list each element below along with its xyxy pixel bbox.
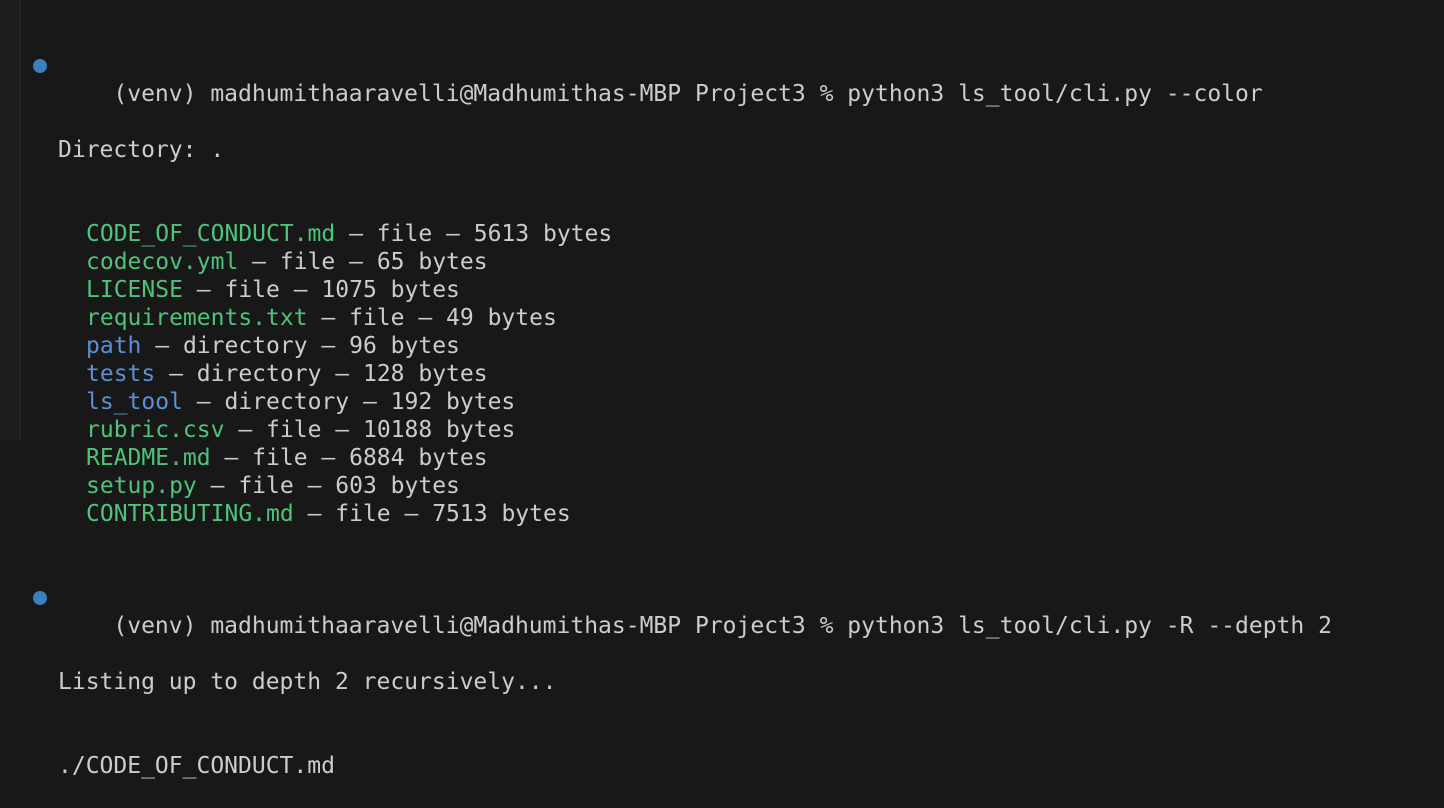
file-name: setup.py — [86, 473, 197, 499]
editor-gutter — [0, 0, 21, 440]
separator: – — [279, 277, 322, 303]
separator: – — [141, 333, 183, 359]
listing-entry: codecov.yml – file – 65 bytes — [30, 248, 1332, 276]
separator: – — [238, 249, 280, 275]
output-line: Listing up to depth 2 recursively... — [58, 669, 557, 695]
directory-name: tests — [86, 361, 156, 387]
listing-entry: LICENSE – file – 1075 bytes — [30, 276, 1332, 304]
separator: – — [432, 221, 474, 247]
entry-kind: file — [335, 501, 391, 527]
command-prompt: (venv) madhumithaaravelli@Madhumithas-MB… — [113, 81, 1263, 107]
file-name: README.md — [86, 445, 211, 471]
separator: – — [335, 249, 377, 275]
separator: – — [155, 361, 197, 387]
entry-kind: directory — [224, 389, 350, 415]
listing-entry: CONTRIBUTING.md – file – 7513 bytes — [30, 500, 1332, 528]
separator: – — [182, 389, 225, 415]
entry-size: 128 bytes — [362, 361, 488, 387]
listing-entry: tests – directory – 128 bytes — [30, 360, 1332, 388]
output-line: ./CODE_OF_CONDUCT.md — [58, 753, 335, 779]
separator: – — [390, 501, 433, 527]
command-status-dot-icon[interactable] — [33, 591, 47, 605]
separator: – — [404, 305, 447, 331]
separator: – — [293, 473, 336, 499]
separator: – — [307, 445, 350, 471]
separator: – — [307, 333, 350, 359]
entry-size: 192 bytes — [390, 389, 516, 415]
listing-entry: setup.py – file – 603 bytes — [30, 472, 1332, 500]
entry-size: 6884 bytes — [349, 445, 488, 471]
entry-kind: directory — [196, 361, 322, 387]
separator: – — [307, 305, 350, 331]
entry-kind: file — [224, 277, 280, 303]
directory-name: path — [86, 333, 142, 359]
separator: – — [210, 445, 253, 471]
command-line-2: (venv) madhumithaaravelli@Madhumithas-MB… — [30, 584, 1332, 639]
directory-header: Directory: . — [58, 137, 225, 163]
file-name: rubric.csv — [86, 417, 225, 443]
listing-entry: README.md – file – 6884 bytes — [30, 444, 1332, 472]
entry-size: 10188 bytes — [362, 417, 516, 443]
terminal-output[interactable]: (venv) madhumithaaravelli@Madhumithas-MB… — [30, 0, 1332, 808]
entry-size: 5613 bytes — [473, 221, 613, 247]
separator: – — [224, 417, 267, 443]
listing-entry: path – directory – 96 bytes — [30, 332, 1332, 360]
directory-name: ls_tool — [86, 389, 183, 415]
file-name: LICENSE — [86, 277, 183, 303]
separator: – — [293, 501, 336, 527]
entry-size: 7513 bytes — [432, 501, 571, 527]
separator: – — [349, 389, 391, 415]
listing-entry: requirements.txt – file – 49 bytes — [30, 304, 1332, 332]
entry-size: 49 bytes — [446, 305, 557, 331]
entry-size: 96 bytes — [349, 333, 460, 359]
file-name: codecov.yml — [86, 249, 239, 275]
entry-kind: file — [279, 249, 336, 275]
entry-size: 65 bytes — [376, 249, 488, 275]
listing-entry: CODE_OF_CONDUCT.md – file – 5613 bytes — [30, 220, 1332, 248]
directory-listing: CODE_OF_CONDUCT.md – file – 5613 bytes co… — [30, 220, 1332, 528]
entry-kind: file — [266, 417, 322, 443]
file-name: requirements.txt — [86, 305, 308, 331]
file-name: CONTRIBUTING.md — [86, 501, 294, 527]
entry-kind: file — [376, 221, 433, 247]
entry-size: 1075 bytes — [321, 277, 460, 303]
entry-kind: file — [252, 445, 308, 471]
command-prompt: (venv) madhumithaaravelli@Madhumithas-MB… — [113, 613, 1332, 639]
separator: – — [196, 473, 239, 499]
listing-entry: ls_tool – directory – 192 bytes — [30, 388, 1332, 416]
command-status-dot-icon[interactable] — [33, 59, 47, 73]
file-name: CODE_OF_CONDUCT.md — [86, 221, 336, 247]
separator: – — [182, 277, 225, 303]
separator: – — [321, 361, 363, 387]
entry-kind: file — [349, 305, 405, 331]
entry-kind: file — [238, 473, 294, 499]
entry-kind: directory — [182, 333, 308, 359]
entry-size: 603 bytes — [335, 473, 460, 499]
separator: – — [321, 417, 363, 443]
separator: – — [335, 221, 377, 247]
command-line-1: (venv) madhumithaaravelli@Madhumithas-MB… — [30, 52, 1332, 107]
